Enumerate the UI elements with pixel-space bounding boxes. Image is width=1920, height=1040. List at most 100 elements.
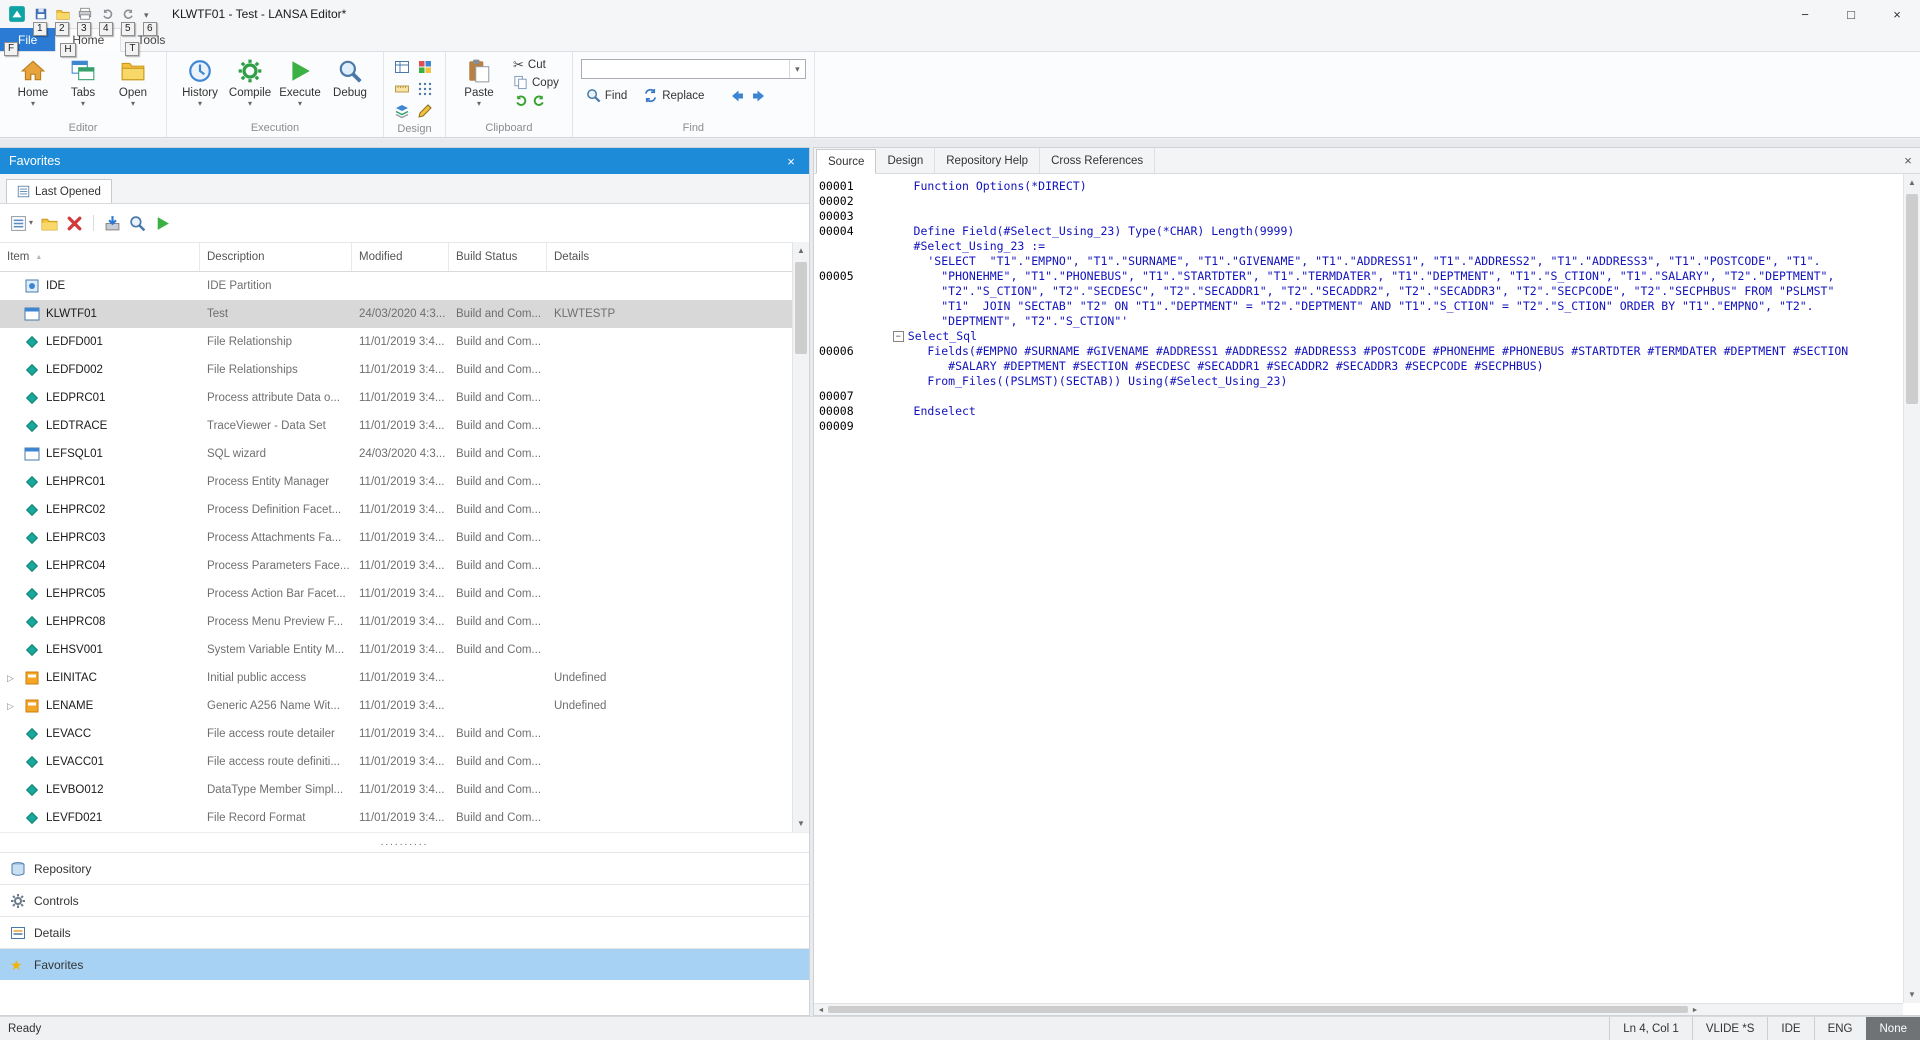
scroll-down-icon[interactable]: ▼ <box>793 815 809 832</box>
column-header-item[interactable]: Item▲ <box>0 243 200 271</box>
replace-button[interactable]: Replace <box>638 87 709 104</box>
paste-button[interactable]: Paste ▾ <box>454 55 504 108</box>
view-mode-button[interactable]: ▾ <box>10 212 33 234</box>
table-row[interactable]: LEVFD021File Record Format11/01/2019 3:4… <box>0 804 792 832</box>
find-items-button[interactable] <box>129 212 146 234</box>
details-cell <box>547 748 792 776</box>
design-grid-tool[interactable] <box>392 57 412 77</box>
design-snap-tool[interactable] <box>415 79 435 99</box>
tabs-button[interactable]: Tabs▾ <box>58 55 108 108</box>
find-combobox[interactable]: ▾ <box>581 59 806 79</box>
close-pane-button[interactable]: × <box>1896 148 1920 173</box>
tab-last-opened[interactable]: Last Opened <box>6 179 112 203</box>
list-vertical-scrollbar[interactable]: ▲ ▼ <box>792 242 809 832</box>
history-button[interactable]: History▾ <box>175 55 225 108</box>
editor-vertical-scrollbar[interactable]: ▲ ▼ <box>1903 174 1920 1003</box>
undo-button[interactable]: 4 <box>98 5 116 23</box>
nav-item-details[interactable]: Details <box>0 916 809 948</box>
open-button[interactable]: 2 <box>54 5 72 23</box>
table-row[interactable]: IDEIDE Partition <box>0 272 792 300</box>
details-cell <box>547 720 792 748</box>
collapse-icon[interactable]: − <box>893 331 904 342</box>
folder-add-icon <box>41 215 58 232</box>
scroll-up-icon[interactable]: ▲ <box>1904 174 1920 191</box>
table-row[interactable]: ▷LEINITACInitial public access11/01/2019… <box>0 664 792 692</box>
maximize-button[interactable]: □ <box>1828 0 1874 28</box>
expander-icon[interactable]: ▷ <box>7 701 18 712</box>
ribbon-tab-file[interactable]: FileF <box>0 28 55 51</box>
find-input[interactable] <box>582 60 789 78</box>
open-button[interactable]: Open▾ <box>108 55 158 108</box>
execute-item-button[interactable] <box>154 212 171 234</box>
new-favorite-button[interactable] <box>41 212 58 234</box>
table-row[interactable]: KLWTF01Test24/03/2020 4:3...Build and Co… <box>0 300 792 328</box>
table-row[interactable]: LEDFD002File Relationships11/01/2019 3:4… <box>0 356 792 384</box>
redo-button[interactable]: 5 <box>120 5 138 23</box>
close-panel-button[interactable]: × <box>782 154 800 169</box>
execute-button[interactable]: Execute▾ <box>275 55 325 108</box>
panel-splitter[interactable]: .......... <box>0 832 809 852</box>
table-row[interactable]: LEHPRC04Process Parameters Face...11/01/… <box>0 552 792 580</box>
table-row[interactable]: LEVBO012DataType Member Simpl...11/01/20… <box>0 776 792 804</box>
column-header-details[interactable]: Details <box>547 243 792 271</box>
table-row[interactable]: ▷LENAMEGeneric A256 Name Wit...11/01/201… <box>0 692 792 720</box>
source-code-view[interactable]: 00001Function Options(*DIRECT)0000200003… <box>814 174 1903 1003</box>
column-header-build-status[interactable]: Build Status <box>449 243 547 271</box>
scrollbar-thumb[interactable] <box>1906 194 1918 404</box>
tab-repository-help[interactable]: Repository Help <box>935 148 1040 173</box>
tab-design[interactable]: Design <box>876 148 935 173</box>
cut-button[interactable]: ✂ Cut <box>508 57 564 73</box>
editor-horizontal-scrollbar[interactable]: ◄ ► <box>814 1003 1903 1015</box>
table-row[interactable]: LEDTRACETraceViewer - Data Set11/01/2019… <box>0 412 792 440</box>
table-row[interactable]: LEHPRC02Process Definition Facet...11/01… <box>0 496 792 524</box>
combo-dropdown-icon[interactable]: ▾ <box>789 60 805 78</box>
find-next-icon[interactable] <box>751 88 767 104</box>
table-row[interactable]: LEHPRC01Process Entity Manager11/01/2019… <box>0 468 792 496</box>
customize-qat-button[interactable]: ▾6 <box>142 5 160 23</box>
table-row[interactable]: LEFSQL01SQL wizard24/03/2020 4:3...Build… <box>0 440 792 468</box>
nav-item-controls[interactable]: Controls <box>0 884 809 916</box>
debug-button[interactable]: Debug <box>325 55 375 99</box>
find-previous-icon[interactable] <box>729 88 745 104</box>
line-number: 00002 <box>814 194 872 209</box>
scroll-up-icon[interactable]: ▲ <box>793 242 809 259</box>
design-ruler-tool[interactable] <box>392 79 412 99</box>
column-header-description[interactable]: Description <box>200 243 352 271</box>
expander-icon[interactable]: ▷ <box>7 673 18 684</box>
find-button[interactable]: Find <box>581 87 632 104</box>
table-row[interactable]: LEDFD001File Relationship11/01/2019 3:4.… <box>0 328 792 356</box>
design-layers-tool[interactable] <box>392 101 412 121</box>
scroll-down-icon[interactable]: ▼ <box>1904 986 1920 1003</box>
table-row[interactable]: LEHPRC03Process Attachments Fa...11/01/2… <box>0 524 792 552</box>
compile-button[interactable]: Compile▾ <box>225 55 275 108</box>
redo-green-icon[interactable] <box>532 93 547 108</box>
table-row[interactable]: LEHPRC05Process Action Bar Facet...11/01… <box>0 580 792 608</box>
export-button[interactable] <box>104 212 121 234</box>
close-button[interactable]: × <box>1874 0 1920 28</box>
nav-item-favorites[interactable]: ★Favorites <box>0 948 809 980</box>
nav-item-repository[interactable]: Repository <box>0 852 809 884</box>
tab-source[interactable]: Source <box>816 149 876 174</box>
table-row[interactable]: LEHSV001System Variable Entity M...11/01… <box>0 636 792 664</box>
home-button[interactable]: Home▾ <box>8 55 58 108</box>
scrollbar-thumb[interactable] <box>828 1006 1688 1013</box>
copy-button[interactable]: Copy <box>508 74 564 91</box>
table-row[interactable]: LEVACCFile access route detailer11/01/20… <box>0 720 792 748</box>
print-button[interactable]: 3 <box>76 5 94 23</box>
remove-favorite-button[interactable] <box>66 212 83 234</box>
tab-cross-references[interactable]: Cross References <box>1040 148 1155 173</box>
save-button[interactable]: 1 <box>32 5 50 23</box>
scrollbar-thumb[interactable] <box>795 262 807 354</box>
scroll-right-icon[interactable]: ► <box>1688 1004 1702 1016</box>
table-row[interactable]: LEDPRC01Process attribute Data o...11/01… <box>0 384 792 412</box>
table-row[interactable]: LEVACC01File access route definiti...11/… <box>0 748 792 776</box>
undo-green-icon[interactable] <box>513 93 528 108</box>
column-header-modified[interactable]: Modified <box>352 243 449 271</box>
minimize-button[interactable]: − <box>1782 0 1828 28</box>
design-edit-tool[interactable] <box>415 101 435 121</box>
design-palette-tool[interactable] <box>415 57 435 77</box>
table-row[interactable]: LEHPRC08Process Menu Preview F...11/01/2… <box>0 608 792 636</box>
scroll-left-icon[interactable]: ◄ <box>814 1004 828 1016</box>
modified-cell: 11/01/2019 3:4... <box>352 552 449 580</box>
details-cell: KLWTESTP <box>547 300 792 328</box>
